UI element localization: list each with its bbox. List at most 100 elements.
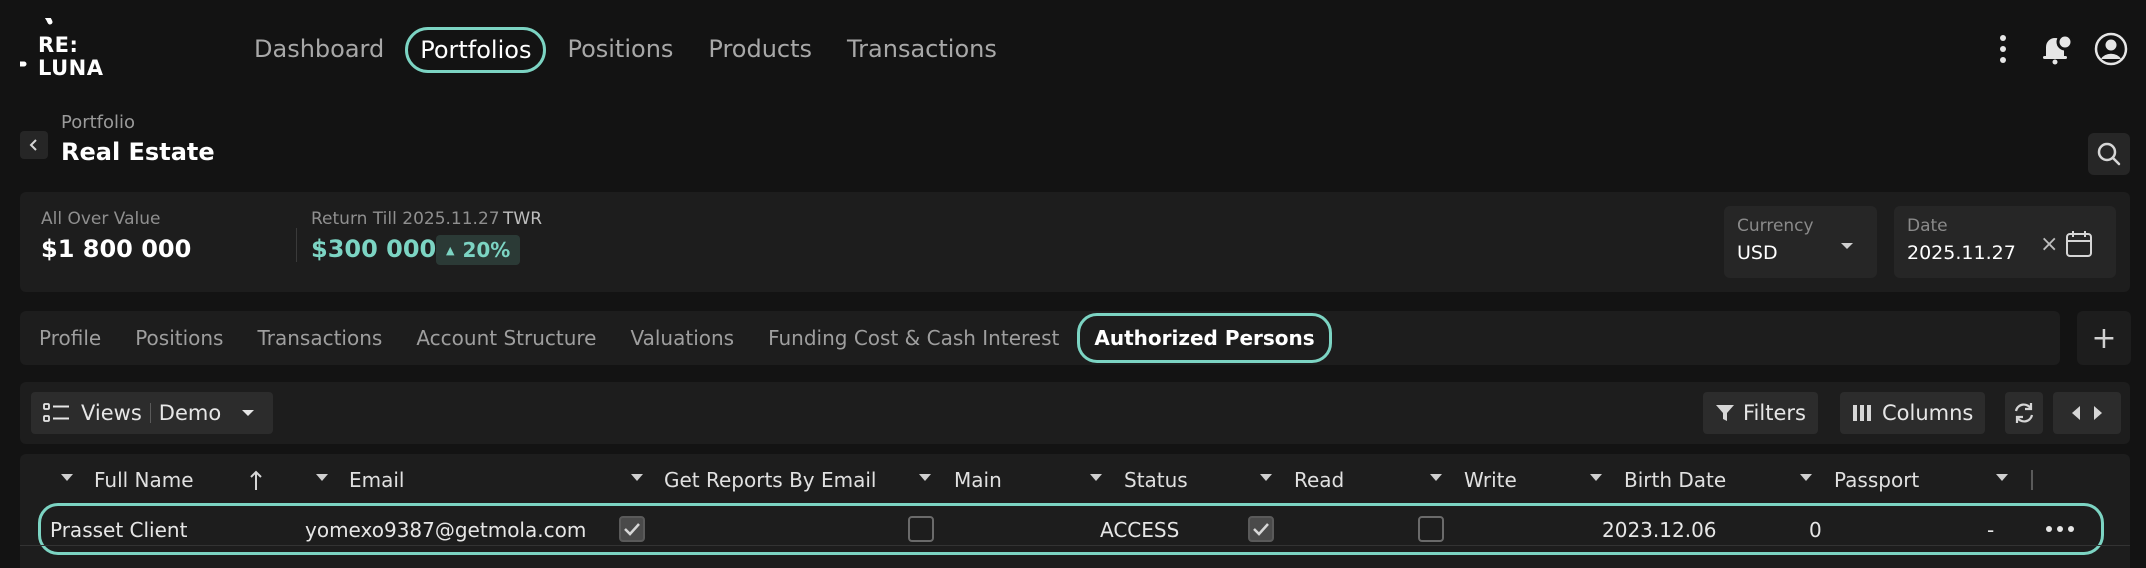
tab-positions[interactable]: Positions <box>135 326 223 350</box>
brand-line-2: LUNA <box>38 56 104 80</box>
tab-account-structure[interactable]: Account Structure <box>416 326 596 350</box>
column-header-email[interactable]: Email <box>349 468 405 492</box>
brand-line-1: RE: <box>38 33 79 57</box>
main-nav: Dashboard Portfolios Positions Products … <box>240 26 1018 74</box>
views-separator <box>149 403 151 423</box>
table-row[interactable]: Prasset Client yomexo9387@getmola.com AC… <box>38 503 2104 555</box>
calendar-icon[interactable] <box>2064 229 2094 259</box>
checkmark-icon <box>1253 523 1269 536</box>
tab-transactions[interactable]: Transactions <box>257 326 382 350</box>
nav-portfolios[interactable]: Portfolios <box>405 27 547 73</box>
notification-bell-icon[interactable] <box>2038 30 2076 68</box>
column-header-passport[interactable]: Passport <box>1834 468 1919 492</box>
get-reports-checkbox[interactable] <box>619 516 645 542</box>
views-dropdown[interactable]: Views Demo <box>31 392 273 434</box>
nav-transactions[interactable]: Transactions <box>833 27 1011 73</box>
cell-status: ACCESS <box>1100 518 1180 542</box>
return-label: Return Till 2025.11.27 <box>311 209 500 229</box>
search-button[interactable] <box>2088 133 2130 175</box>
column-menu-icon[interactable] <box>1996 474 2008 481</box>
view-name: Demo <box>158 401 222 425</box>
return-value: $300 000 <box>311 235 437 263</box>
row-actions-icon[interactable] <box>2045 525 2075 533</box>
list-view-icon <box>43 403 69 422</box>
column-menu-icon[interactable] <box>1090 474 1102 481</box>
prev-page-icon[interactable] <box>2070 405 2082 421</box>
columns-button[interactable]: Columns <box>1840 392 1986 434</box>
arrow-up-icon: ▲ <box>446 243 455 257</box>
column-menu-icon[interactable] <box>316 474 328 481</box>
page-title: Real Estate <box>61 138 215 166</box>
cell-passport: 0 <box>1809 518 1822 542</box>
cell-full-name: Prasset Client <box>50 518 188 542</box>
columns-icon <box>1853 405 1871 421</box>
column-menu-icon[interactable] <box>631 474 643 481</box>
nav-products[interactable]: Products <box>694 27 826 73</box>
return-percent-badge: ▲ 20% <box>436 235 521 265</box>
read-checkbox[interactable] <box>1248 516 1274 542</box>
row-divider <box>20 545 2130 546</box>
column-header-get-reports[interactable]: Get Reports By Email <box>664 468 876 492</box>
more-vertical-icon[interactable] <box>1984 30 2022 68</box>
views-label: Views <box>81 401 142 425</box>
date-picker[interactable]: Date 2025.11.27 × <box>1894 206 2116 278</box>
tab-authorized-persons[interactable]: Authorized Persons <box>1077 313 1332 363</box>
search-icon <box>2097 142 2121 166</box>
add-tab-button[interactable]: + <box>2077 311 2131 365</box>
all-over-value-label: All Over Value <box>41 209 161 229</box>
column-resize-handle[interactable] <box>2031 470 2033 490</box>
column-menu-icon[interactable] <box>1260 474 1272 481</box>
column-header-main[interactable]: Main <box>954 468 1002 492</box>
checkmark-icon <box>624 523 640 536</box>
next-page-icon[interactable] <box>2092 405 2104 421</box>
cell-birth-date: 2023.12.06 <box>1602 518 1717 542</box>
nav-positions[interactable]: Positions <box>553 27 687 73</box>
brand-logo[interactable]: RE: LUNA <box>20 18 110 84</box>
column-header-full-name[interactable]: Full Name <box>94 468 194 492</box>
column-header-read[interactable]: Read <box>1294 468 1344 492</box>
portfolio-label: Portfolio <box>61 112 136 133</box>
brand-wordmark: RE: LUNA <box>38 34 104 80</box>
column-menu-icon[interactable] <box>1430 474 1442 481</box>
tab-valuations[interactable]: Valuations <box>630 326 734 350</box>
clear-date-icon[interactable]: × <box>2040 232 2058 257</box>
currency-label: Currency <box>1737 216 1814 236</box>
filters-button[interactable]: Filters <box>1703 392 1818 434</box>
currency-value: USD <box>1737 242 1778 264</box>
column-menu-icon[interactable] <box>919 474 931 481</box>
tab-funding-cost[interactable]: Funding Cost & Cash Interest <box>768 326 1059 350</box>
column-menu-icon[interactable] <box>1590 474 1602 481</box>
cell-extra: - <box>1987 518 1995 542</box>
table-toolbar: Views Demo Filters Columns <box>20 382 2130 444</box>
return-percent: 20% <box>462 238 511 262</box>
filter-icon <box>1716 405 1734 421</box>
currency-select[interactable]: Currency USD <box>1724 206 1877 278</box>
date-value: 2025.11.27 <box>1907 242 2016 264</box>
nav-dashboard[interactable]: Dashboard <box>240 27 398 73</box>
refresh-button[interactable] <box>2005 392 2043 434</box>
chevron-left-icon <box>29 139 37 151</box>
sort-ascending-icon[interactable] <box>250 470 262 492</box>
tab-profile[interactable]: Profile <box>39 326 101 350</box>
return-type: TWR <box>503 209 543 229</box>
column-header-birth-date[interactable]: Birth Date <box>1624 468 1726 492</box>
pagination-controls[interactable] <box>2053 392 2121 434</box>
chevron-down-icon <box>1841 243 1853 249</box>
summary-divider <box>296 228 297 262</box>
chevron-down-icon <box>242 410 255 416</box>
column-header-write[interactable]: Write <box>1464 468 1517 492</box>
column-menu-icon[interactable] <box>61 474 73 481</box>
top-actions <box>1968 30 2130 68</box>
date-label: Date <box>1907 216 1948 236</box>
write-checkbox[interactable] <box>1418 516 1444 542</box>
filters-label: Filters <box>1743 401 1806 425</box>
column-menu-icon[interactable] <box>1800 474 1812 481</box>
main-checkbox[interactable] <box>908 516 934 542</box>
back-button[interactable] <box>20 131 48 159</box>
authorized-persons-table: Full Name Email Get Reports By Email Mai… <box>20 454 2130 568</box>
columns-label: Columns <box>1882 401 1974 425</box>
column-header-status[interactable]: Status <box>1124 468 1188 492</box>
refresh-icon <box>2014 403 2034 423</box>
user-avatar-icon[interactable] <box>2092 30 2130 68</box>
portfolio-tabs: Profile Positions Transactions Account S… <box>20 311 2060 365</box>
